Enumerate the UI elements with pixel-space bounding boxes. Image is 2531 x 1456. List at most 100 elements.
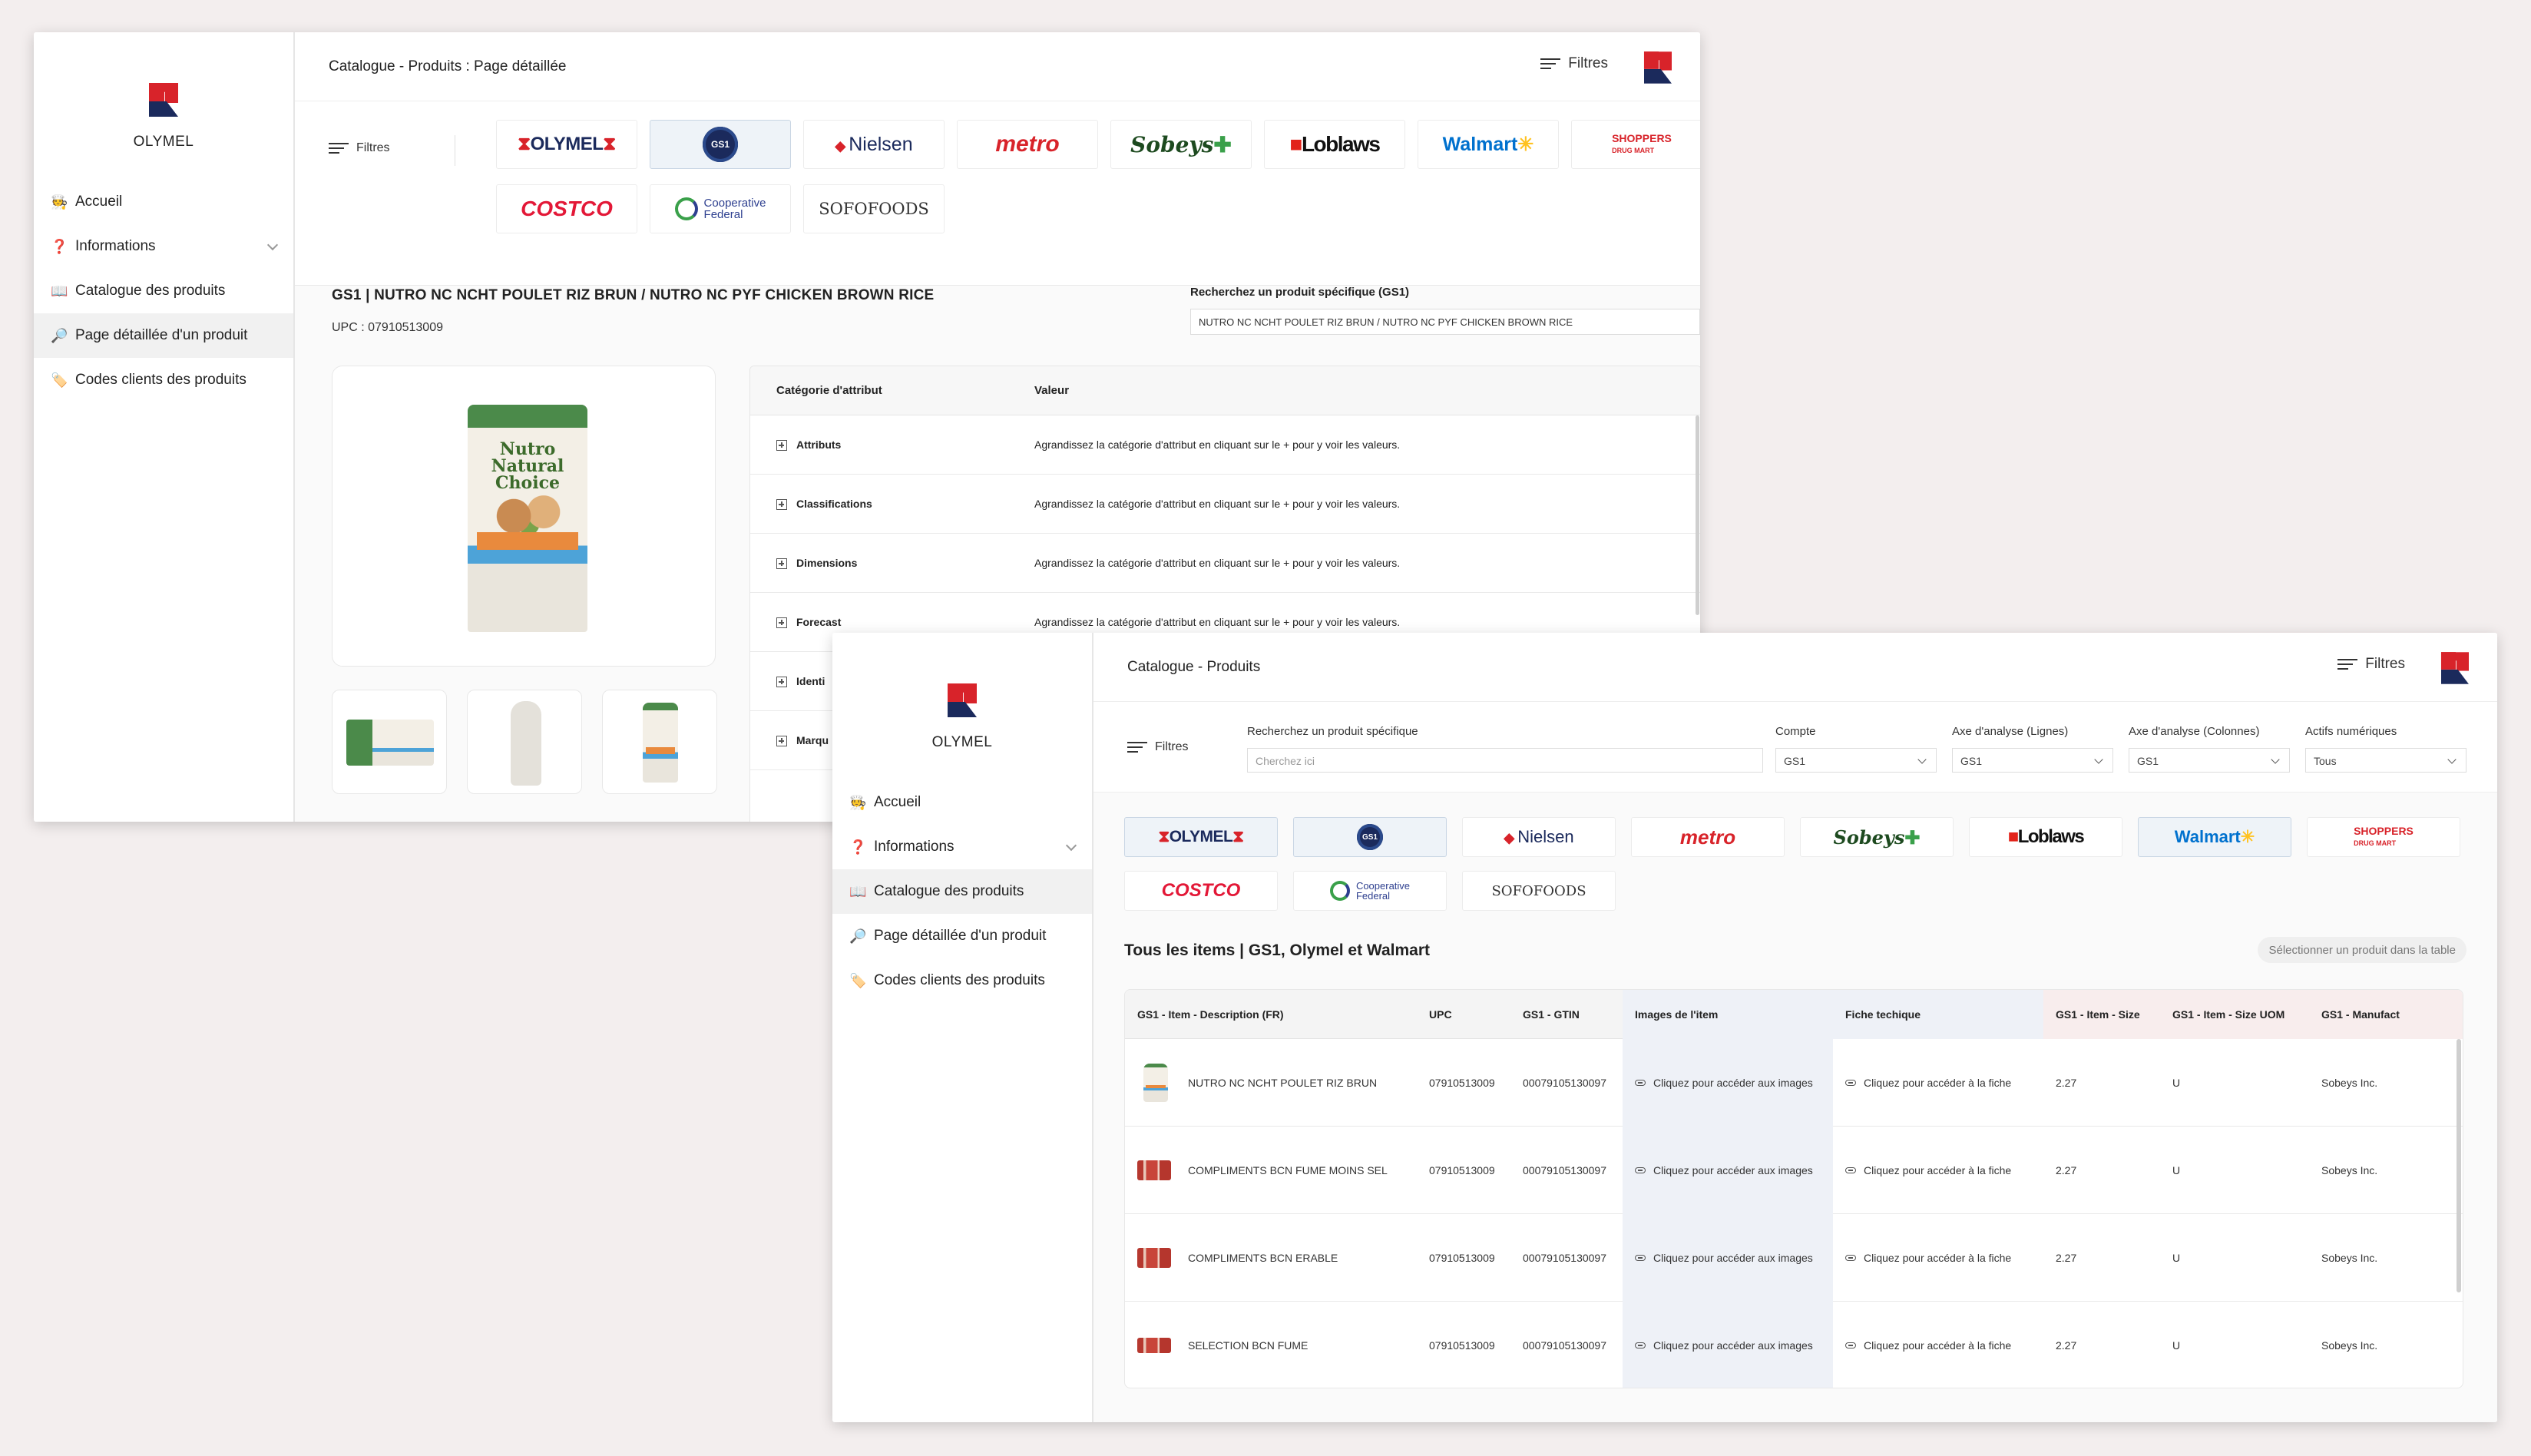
item-upc: 07910513009 [1429,1339,1495,1352]
column-header[interactable]: GS1 - GTIN [1510,990,1623,1039]
logo-tile-sobeys[interactable]: Sobeys✚ [1110,120,1252,169]
chevron-down-icon[interactable] [266,239,279,251]
logo-tile-walmart[interactable]: Walmart✳ [2138,817,2291,857]
attribute-row[interactable]: Dimensions Agrandissez la catégorie d'att… [750,534,1700,593]
column-header[interactable]: GS1 - Item - Size UOM [2160,990,2309,1039]
product-search-input[interactable]: NUTRO NC NCHT POULET RIZ BRUN / NUTRO NC… [1190,309,1700,335]
link-icon [1845,1342,1856,1348]
actifs-select[interactable]: Tous [2305,748,2466,773]
logo-tile-metro[interactable]: metro [957,120,1098,169]
magnifier-icon: 🔎 [51,327,68,343]
chevron-down-icon[interactable] [1065,839,1077,852]
logo-tile-metro[interactable]: metro [1631,817,1785,857]
sidebar-item-accueil[interactable]: 🧑‍🍳 Accueil [34,180,293,224]
logo-tile-walmart[interactable]: Walmart✳ [1418,120,1559,169]
fiche-link[interactable]: Cliquez pour accéder à la fiche [1833,1039,2043,1127]
cooperative-federal-logo: Cooperative Federal [674,197,766,220]
table-row[interactable]: COMPLIMENTS BCN FUME MOINS SEL 079105130… [1125,1127,2463,1214]
filters-button[interactable]: Filtres [329,141,390,155]
product-main-image[interactable]: Nutro Natural Choice [332,366,716,667]
logo-tile-cooperative-federal[interactable]: Cooperative Federal [650,184,791,233]
link-icon [1635,1080,1646,1086]
column-header: Valeur [1034,384,1070,397]
column-header[interactable]: GS1 - Manufact [2309,990,2463,1039]
attribute-row[interactable]: Classifications Agrandissez la catégorie … [750,475,1700,534]
main-content: Catalogue - Produits Filtres Filtres Rec… [1093,633,2497,1422]
logo-tile-shoppers[interactable]: SHOPPERS DRUG MART [2307,817,2460,857]
sidebar-item-codes-clients[interactable]: 🏷️ Codes clients des produits [34,358,293,402]
actifs-label: Actifs numériques [2305,725,2397,738]
logo-tile-cooperative-federal[interactable]: Cooperative Federal [1293,871,1447,911]
logo-tile-gs1[interactable]: GS1 [1293,817,1447,857]
sidebar-item-codes-clients[interactable]: 🏷️ Codes clients des produits [832,958,1092,1003]
fiche-link[interactable]: Cliquez pour accéder à la fiche [1833,1302,2043,1388]
logo-tile-olymel[interactable]: ⧗OLYMEL⧗ [1124,817,1278,857]
logo-tile-shoppers[interactable]: SHOPPERS DRUG MART [1571,120,1700,169]
fiche-link[interactable]: Cliquez pour accéder à la fiche [1833,1127,2043,1214]
column-header[interactable]: GS1 - Item - Description (FR) [1125,990,1417,1039]
compte-select[interactable]: GS1 [1775,748,1937,773]
fiche-link[interactable]: Cliquez pour accéder à la fiche [1833,1214,2043,1302]
link-icon [1845,1167,1856,1173]
column-header[interactable]: GS1 - Item - Size [2043,990,2160,1039]
table-header: GS1 - Item - Description (FR) UPC GS1 - … [1125,990,2463,1039]
sofofoods-logo: SOFOFOODS [819,200,929,218]
logo-tile-costco[interactable]: COSTCO [496,184,637,233]
sidebar-item-accueil[interactable]: 🧑‍🍳 Accueil [832,780,1092,825]
column-header: Catégorie d'attribut [776,384,882,397]
sidebar-item-informations[interactable]: ❓ Informations [832,825,1092,869]
logo-tile-sofofoods[interactable]: SOFOFOODS [1462,871,1616,911]
scrollbar[interactable] [1696,415,1699,615]
expand-plus-icon[interactable] [776,677,787,688]
filters-button[interactable]: Filtres [2337,656,2405,673]
expand-plus-icon[interactable] [776,736,787,747]
olymel-logo-icon [948,683,977,717]
item-size: 2.27 [2056,1252,2077,1264]
images-link[interactable]: Cliquez pour accéder aux images [1623,1127,1833,1214]
product-thumbnail[interactable] [467,690,582,794]
expand-plus-icon[interactable] [776,440,787,452]
table-row[interactable]: NUTRO NC NCHT POULET RIZ BRUN 0791051300… [1125,1039,2463,1127]
sidebar-item-page-detaillee[interactable]: 🔎 Page détaillée d'un produit [34,313,293,358]
images-link[interactable]: Cliquez pour accéder aux images [1623,1302,1833,1388]
table-row[interactable]: SELECTION BCN FUME 07910513009 000791051… [1125,1302,2463,1388]
images-link[interactable]: Cliquez pour accéder aux images [1623,1039,1833,1127]
axe-lignes-select[interactable]: GS1 [1952,748,2113,773]
table-row[interactable]: COMPLIMENTS BCN ERABLE 07910513009 00079… [1125,1214,2463,1302]
select-product-pill[interactable]: Sélectionner un produit dans la table [2258,937,2466,963]
column-header[interactable]: Fiche techique [1833,990,2043,1039]
search-input[interactable]: Cherchez ici [1247,748,1763,773]
logo-tile-olymel[interactable]: ⧗OLYMEL⧗ [496,120,637,169]
column-header[interactable]: UPC [1417,990,1510,1039]
controls-bar [1093,702,2497,793]
logo-tile-loblaws[interactable]: ■Loblaws [1969,817,2122,857]
product-thumbnail[interactable] [332,690,447,794]
sidebar-item-label: Page détaillée d'un produit [75,327,248,343]
axe-colonnes-select[interactable]: GS1 [2129,748,2290,773]
filters-button[interactable]: Filtres [1540,55,1608,72]
sidebar-item-page-detaillee[interactable]: 🔎 Page détaillée d'un produit [832,914,1092,958]
expand-plus-icon[interactable] [776,499,787,511]
sidebar-item-catalogue[interactable]: 📖 Catalogue des produits [832,869,1092,914]
attribute-row[interactable]: Attributs Agrandissez la catégorie d'attr… [750,415,1700,475]
product-upc: UPC : 07910513009 [332,321,443,334]
sidebar-item-informations[interactable]: ❓ Informations [34,224,293,269]
logo-tile-costco[interactable]: COSTCO [1124,871,1278,911]
column-header[interactable]: Images de l'item [1623,990,1833,1039]
logo-tile-gs1[interactable]: GS1 [650,120,791,169]
link-icon [1635,1167,1646,1173]
expand-plus-icon[interactable] [776,558,787,570]
scrollbar[interactable] [2457,1039,2461,1292]
images-link[interactable]: Cliquez pour accéder aux images [1623,1214,1833,1302]
logo-tile-nielsen[interactable]: ◆ Nielsen [1462,817,1616,857]
product-thumbnail[interactable] [602,690,717,794]
logo-tile-sofofoods[interactable]: SOFOFOODS [803,184,945,233]
logo-tile-sobeys[interactable]: Sobeys✚ [1800,817,1954,857]
logo-tile-loblaws[interactable]: ■Loblaws [1264,120,1405,169]
filters-button[interactable]: Filtres [1127,740,1189,754]
sidebar-item-label: Informations [75,238,156,254]
sidebar-item-catalogue[interactable]: 📖 Catalogue des produits [34,269,293,313]
metro-logo: metro [1679,825,1736,849]
expand-plus-icon[interactable] [776,617,787,629]
logo-tile-nielsen[interactable]: ◆ Nielsen [803,120,945,169]
